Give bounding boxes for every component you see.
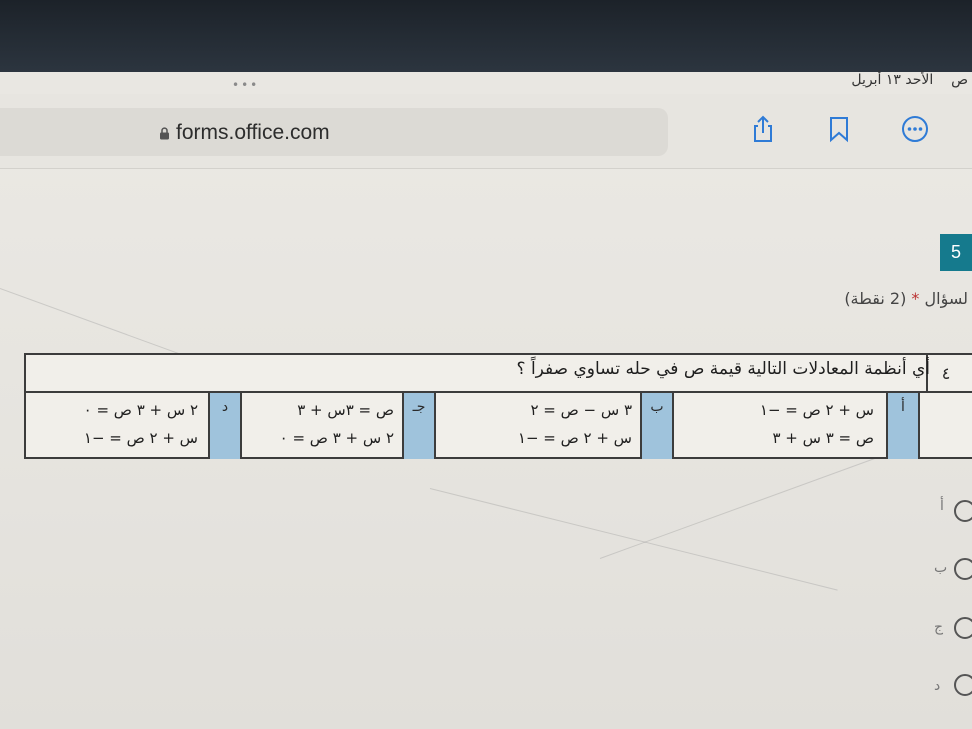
option-d-line1: ٢ س + ٣ ص = ٠ bbox=[83, 401, 198, 419]
question-label: لسؤال * (2 نقطة) bbox=[844, 289, 968, 308]
status-date-text: الأحد ١٣ أبريل bbox=[851, 72, 934, 88]
answer-d-label: د bbox=[934, 678, 941, 694]
option-letter-b: ب bbox=[640, 393, 674, 459]
share-icon[interactable] bbox=[748, 114, 778, 144]
answer-d-radio[interactable] bbox=[954, 674, 972, 696]
tab-more-dots[interactable]: ••• bbox=[232, 78, 259, 92]
question-title: لسؤال bbox=[924, 289, 968, 308]
option-cell-b: ٣ س − ص = ٢ س + ٢ ص = −١ bbox=[438, 393, 640, 459]
option-letter-c: جـ bbox=[402, 393, 436, 459]
option-cell-d: ٢ س + ٣ ص = ٠ س + ٢ ص = −١ bbox=[26, 393, 206, 459]
option-c-line2: ٢ س + ٣ ص = ٠ bbox=[279, 429, 394, 447]
paper-crease bbox=[429, 488, 838, 591]
answer-b-radio[interactable] bbox=[954, 558, 972, 580]
status-date: ص الأحد ١٣ أبريل bbox=[851, 72, 968, 88]
option-b-line2: س + ٢ ص = −١ bbox=[517, 429, 632, 447]
question-item-number: ٤ bbox=[926, 355, 964, 391]
option-a-line1: س + ٢ ص = −١ bbox=[759, 401, 874, 419]
option-c-line1: ص = ٣س + ٣ bbox=[297, 401, 394, 419]
question-table: ٤ أي أنظمة المعادلات التالية قيمة ص في ح… bbox=[24, 353, 972, 459]
status-bar: ص الأحد ١٣ أبريل bbox=[0, 72, 972, 94]
option-letter-a: أ bbox=[886, 393, 920, 459]
question-text: أي أنظمة المعادلات التالية قيمة ص في حله… bbox=[516, 359, 930, 379]
status-left-char: ص bbox=[951, 72, 968, 88]
more-icon[interactable] bbox=[900, 114, 930, 144]
option-cell-c: ص = ٣س + ٣ ٢ س + ٣ ص = ٠ bbox=[236, 393, 402, 459]
option-b-line1: ٣ س − ص = ٢ bbox=[530, 401, 632, 419]
address-bar[interactable] bbox=[0, 108, 668, 156]
option-cell-a: س + ٢ ص = −١ ص = ٣ س + ٣ bbox=[676, 393, 882, 459]
option-d-line2: س + ٢ ص = −١ bbox=[83, 429, 198, 447]
answer-c-radio[interactable] bbox=[954, 617, 972, 639]
lock-icon bbox=[160, 127, 169, 140]
answer-b-label: ب bbox=[934, 560, 948, 576]
bookmark-icon[interactable] bbox=[824, 114, 854, 144]
question-points: (2 نقطة) bbox=[844, 289, 907, 308]
question-number-badge: 5 bbox=[940, 234, 972, 271]
url-text[interactable]: forms.office.com bbox=[176, 121, 330, 145]
required-star: * bbox=[911, 289, 920, 308]
answer-c-label: ج bbox=[934, 619, 944, 635]
option-a-line2: ص = ٣ س + ٣ bbox=[772, 429, 874, 447]
option-letter-d: د bbox=[208, 393, 242, 459]
paper-crease bbox=[599, 455, 883, 559]
device-bezel bbox=[0, 0, 972, 72]
answer-a-radio[interactable] bbox=[954, 500, 972, 522]
answer-a-label: أ bbox=[940, 498, 944, 514]
